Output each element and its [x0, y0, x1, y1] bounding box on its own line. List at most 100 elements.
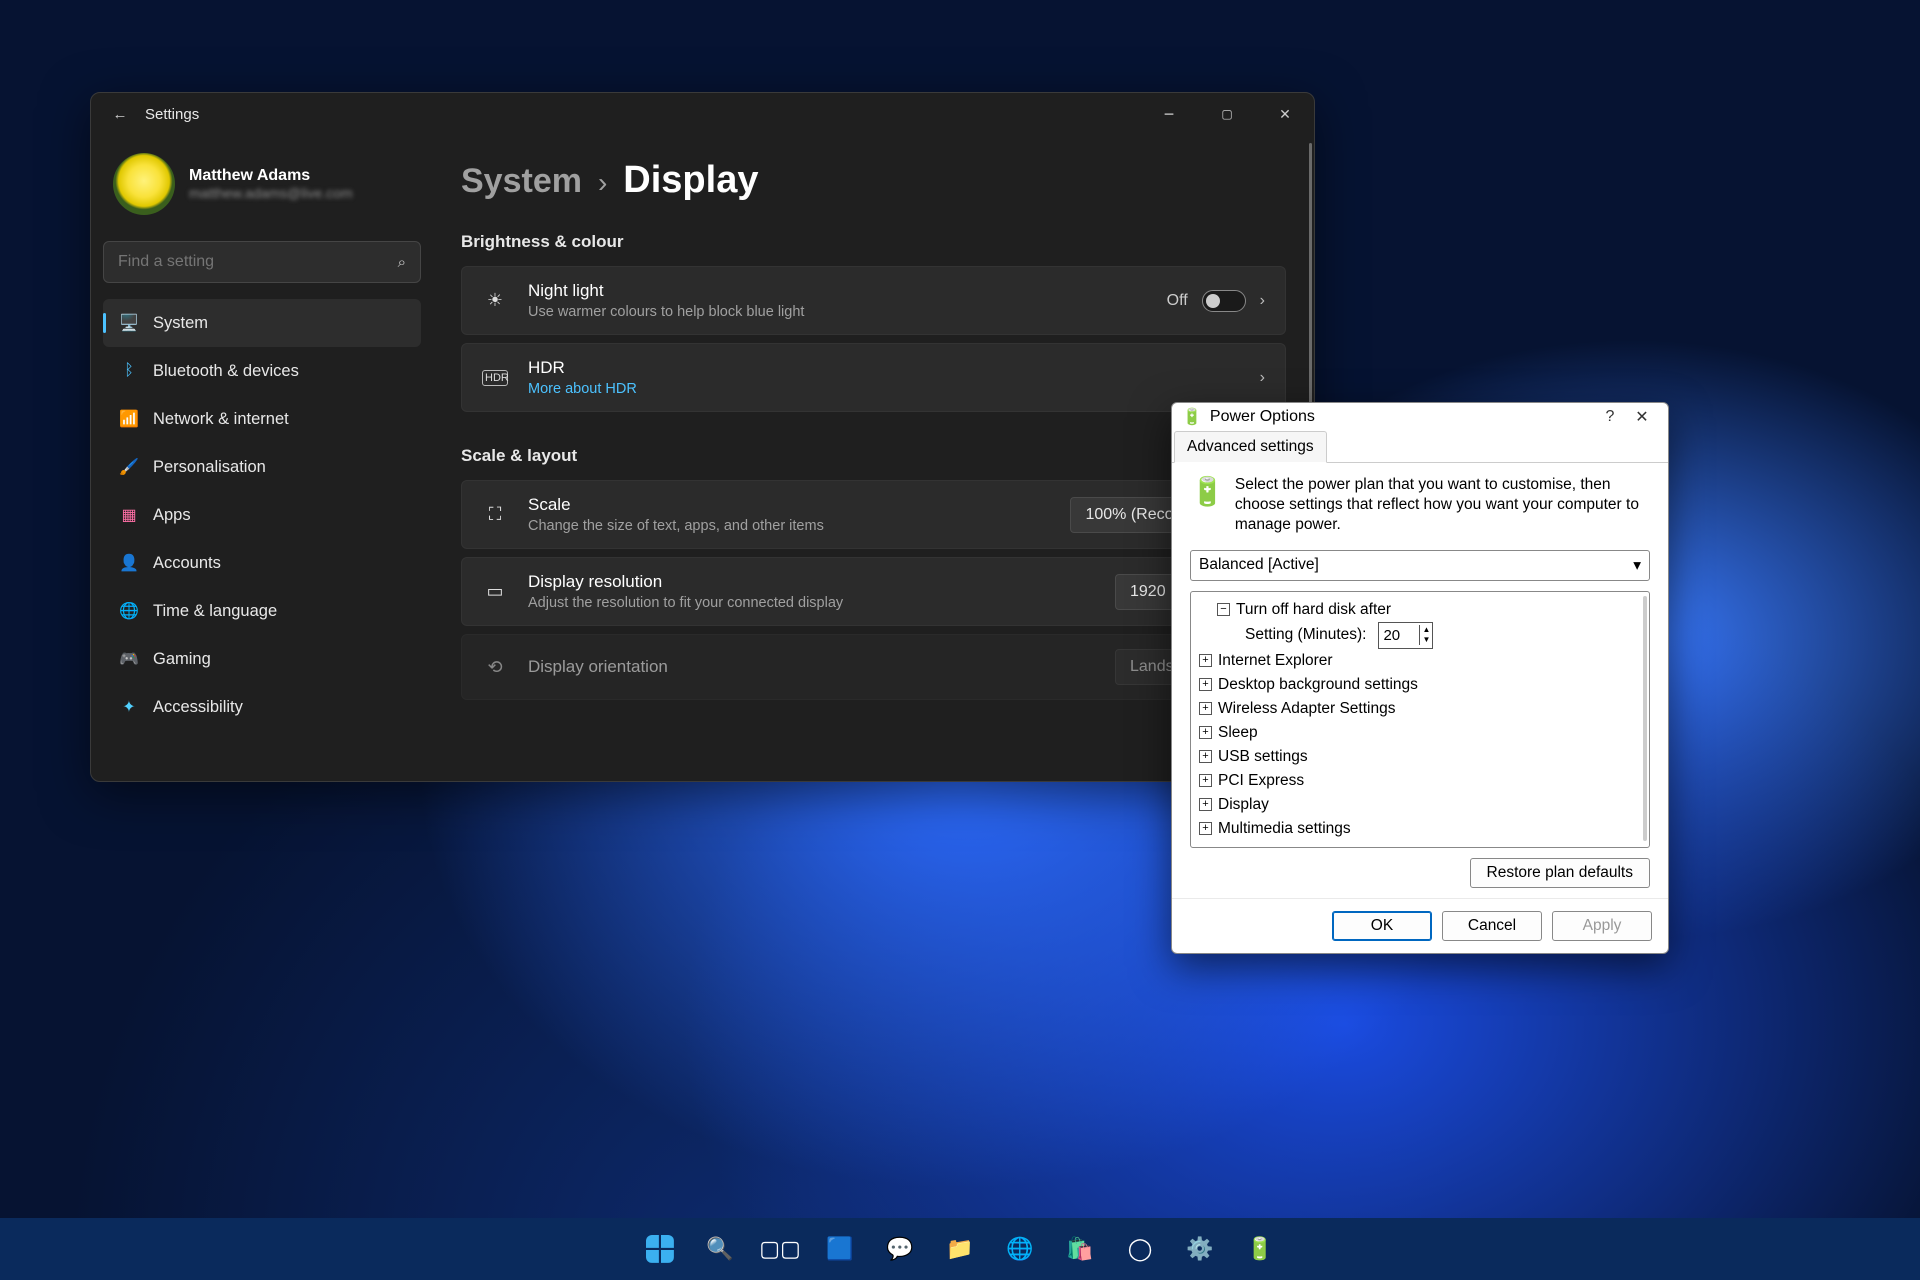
dialog-tabs: Advanced settings: [1172, 430, 1668, 463]
power-settings-tree[interactable]: − Turn off hard disk after Setting (Minu…: [1190, 591, 1650, 848]
nav-accessibility[interactable]: ✦ Accessibility: [103, 683, 421, 731]
tree-setting-label: Setting (Minutes):: [1245, 623, 1366, 647]
breadcrumb-parent[interactable]: System: [461, 162, 582, 201]
expand-icon[interactable]: +: [1199, 750, 1212, 763]
card-night-light[interactable]: ☀︎ Night light Use warmer colours to hel…: [461, 266, 1286, 335]
bluetooth-icon: ᛒ: [119, 362, 139, 380]
nav-time-language[interactable]: 🌐 Time & language: [103, 587, 421, 635]
toggle-state: Off: [1167, 292, 1188, 310]
taskbar-task-view[interactable]: ▢▢: [756, 1225, 804, 1273]
hdr-more-link[interactable]: More about HDR: [528, 381, 1240, 397]
gamepad-icon: 🎮: [119, 649, 139, 669]
restore-defaults-button[interactable]: Restore plan defaults: [1470, 858, 1650, 888]
nav-label: Gaming: [153, 650, 211, 669]
dialog-close-button[interactable]: ✕: [1626, 407, 1658, 427]
chevron-right-icon: ›: [1260, 292, 1265, 310]
power-plan-value: Balanced [Active]: [1199, 556, 1319, 574]
display-icon: 🖥️: [119, 313, 139, 333]
taskbar-file-explorer[interactable]: 📁: [936, 1225, 984, 1273]
battery-icon: 🔋: [1182, 407, 1202, 427]
dialog-titlebar: 🔋 Power Options ? ✕: [1172, 403, 1668, 430]
tree-item[interactable]: +Wireless Adapter Settings: [1199, 697, 1641, 721]
search-box[interactable]: ⌕: [103, 241, 421, 283]
card-scale[interactable]: ⛶ Scale Change the size of text, apps, a…: [461, 480, 1286, 549]
profile-name: Matthew Adams: [189, 167, 353, 185]
window-title: Settings: [145, 106, 199, 123]
taskbar-start[interactable]: [636, 1225, 684, 1273]
expand-icon[interactable]: +: [1199, 678, 1212, 691]
minimize-button[interactable]: [1140, 93, 1198, 135]
taskbar-settings[interactable]: ⚙️: [1176, 1225, 1224, 1273]
section-brightness-colour: Brightness & colour: [461, 232, 1286, 252]
power-plan-dropdown[interactable]: Balanced [Active] ▾: [1190, 550, 1650, 581]
spinner-down-icon[interactable]: ▼: [1420, 635, 1432, 645]
content-scrollbar[interactable]: [1309, 143, 1312, 403]
apps-icon: ▦: [119, 505, 139, 525]
taskbar-chat[interactable]: 💬: [876, 1225, 924, 1273]
power-options-dialog: 🔋 Power Options ? ✕ Advanced settings 🔋 …: [1171, 402, 1669, 954]
nav-apps[interactable]: ▦ Apps: [103, 491, 421, 539]
hdr-icon: HDR: [482, 370, 508, 386]
nav-network[interactable]: 📶 Network & internet: [103, 395, 421, 443]
taskbar-store[interactable]: 🛍️: [1056, 1225, 1104, 1273]
card-title: HDR: [528, 358, 1240, 378]
chevron-down-icon: ▾: [1633, 556, 1641, 575]
tree-item[interactable]: + PCI Express: [1199, 769, 1641, 793]
expand-icon[interactable]: +: [1199, 654, 1212, 667]
spinner-up-icon[interactable]: ▲: [1420, 625, 1432, 635]
expand-icon[interactable]: +: [1199, 798, 1212, 811]
expand-icon[interactable]: +: [1199, 822, 1212, 835]
tree-label: USB settings: [1218, 745, 1308, 769]
card-resolution[interactable]: ▭ Display resolution Adjust the resoluti…: [461, 557, 1286, 626]
dialog-intro: 🔋 Select the power plan that you want to…: [1190, 475, 1650, 535]
close-button[interactable]: [1256, 93, 1314, 135]
collapse-icon[interactable]: −: [1217, 603, 1230, 616]
nav-label: Accounts: [153, 554, 221, 573]
profile-block[interactable]: Matthew Adams matthew.adams@live.com: [113, 153, 417, 215]
windows-start-icon: [646, 1235, 674, 1263]
night-light-toggle[interactable]: [1202, 290, 1246, 312]
card-subtitle: Change the size of text, apps, and other…: [528, 518, 1050, 534]
settings-window: ← Settings Matthew Adams matthew.adams@l…: [90, 92, 1315, 782]
expand-icon[interactable]: +: [1199, 702, 1212, 715]
help-button[interactable]: ?: [1594, 408, 1626, 426]
ok-button[interactable]: OK: [1332, 911, 1432, 941]
apply-button: Apply: [1552, 911, 1652, 941]
tree-item[interactable]: +Internet Explorer: [1199, 649, 1641, 673]
tree-item[interactable]: + USB settings: [1199, 745, 1641, 769]
tree-item-hard-disk-setting[interactable]: Setting (Minutes): 20 ▲▼: [1199, 622, 1641, 649]
spinner-value[interactable]: 20: [1379, 623, 1419, 648]
nav-gaming[interactable]: 🎮 Gaming: [103, 635, 421, 683]
taskbar-power-app[interactable]: 🔋: [1236, 1225, 1284, 1273]
back-button[interactable]: ←: [105, 106, 135, 123]
tree-label: Sleep: [1218, 721, 1258, 745]
nav-bluetooth[interactable]: ᛒ Bluetooth & devices: [103, 347, 421, 395]
tab-advanced-settings[interactable]: Advanced settings: [1174, 431, 1327, 463]
taskbar-cortana[interactable]: ◯: [1116, 1225, 1164, 1273]
brush-icon: 🖌️: [119, 457, 139, 477]
minutes-spinner[interactable]: 20 ▲▼: [1378, 622, 1433, 649]
expand-icon[interactable]: +: [1199, 774, 1212, 787]
taskbar-edge[interactable]: 🌐: [996, 1225, 1044, 1273]
tree-item[interactable]: +Display: [1199, 793, 1641, 817]
maximize-button[interactable]: [1198, 93, 1256, 135]
nav-label: Bluetooth & devices: [153, 362, 299, 381]
nav-system[interactable]: 🖥️ System: [103, 299, 421, 347]
taskbar-search[interactable]: 🔍: [696, 1225, 744, 1273]
card-hdr[interactable]: HDR HDR More about HDR ›: [461, 343, 1286, 412]
expand-icon[interactable]: +: [1199, 726, 1212, 739]
nav-accounts[interactable]: 👤 Accounts: [103, 539, 421, 587]
tree-scrollbar[interactable]: [1643, 596, 1647, 841]
cancel-button[interactable]: Cancel: [1442, 911, 1542, 941]
search-input[interactable]: [118, 253, 398, 271]
taskbar-widgets[interactable]: 🟦: [816, 1225, 864, 1273]
tree-item-hard-disk[interactable]: − Turn off hard disk after: [1199, 598, 1641, 622]
tree-label: PCI Express: [1218, 769, 1304, 793]
nav-personalisation[interactable]: 🖌️ Personalisation: [103, 443, 421, 491]
card-title: Display orientation: [528, 657, 1095, 677]
card-orientation: ⟲ Display orientation Landscape: [461, 634, 1286, 700]
tree-item[interactable]: +Desktop background settings: [1199, 673, 1641, 697]
tree-item[interactable]: +Multimedia settings: [1199, 817, 1641, 841]
tree-label: Turn off hard disk after: [1236, 598, 1391, 622]
tree-item[interactable]: + Sleep: [1199, 721, 1641, 745]
